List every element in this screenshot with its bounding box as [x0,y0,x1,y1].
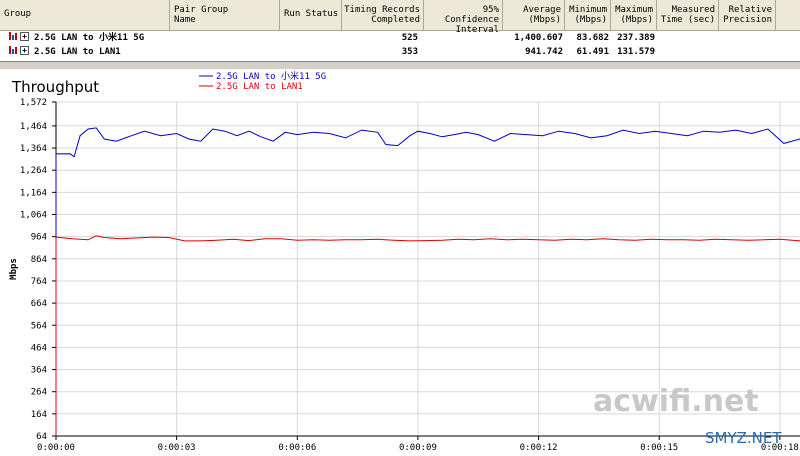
col-header-run-status[interactable]: Run Status [280,0,342,31]
row-minimum: 83.682 [576,33,609,43]
y-tick-label: 164 [31,410,47,420]
x-tick-label: 0:00:15 [640,443,678,453]
pair-chart-icon [9,32,17,40]
col-header-group[interactable]: Group [0,0,170,31]
expand-icon[interactable]: + [20,46,29,55]
x-tick-label: 0:00:09 [399,443,437,453]
row-pair-name: 2.5G LAN to LAN1 [34,47,121,57]
row-maximum: 131.579 [617,47,655,57]
row-maximum: 237.389 [617,33,655,43]
y-tick-label: 1,164 [20,188,47,198]
row-average: 1,400.607 [514,33,563,43]
watermark-acwifi: acwifi.net [593,384,759,419]
x-tick-label: 0:00:12 [520,443,558,453]
y-tick-label: 264 [31,388,47,398]
col-header-average[interactable]: Average (Mbps) [503,0,565,31]
col-header-maximum[interactable]: Maximum (Mbps) [611,0,657,31]
y-tick-label: 364 [31,366,47,376]
pane-splitter[interactable] [0,61,800,70]
chart-title: Throughput [11,78,99,96]
y-tick-label: 764 [31,277,47,287]
y-tick-label: 664 [31,299,47,309]
table-row[interactable]: + 2.5G LAN to 小米11 5G 525 1,400.607 83.6… [0,32,800,45]
y-tick-label: 1,572 [20,98,47,108]
row-records: 525 [401,33,418,43]
y-tick-label: 1,364 [20,144,47,154]
y-axis-label: Mbps [9,258,19,280]
throughput-chart: Throughput 2.5G LAN to 小米11 5G 2.5G LAN … [0,70,800,456]
y-tick-label: 464 [31,343,47,353]
y-tick-label: 964 [31,233,47,243]
col-header-timing-records[interactable]: Timing Records Completed [342,0,424,31]
legend-label-xiaomi: 2.5G LAN to 小米11 5G [216,70,326,82]
col-header-filler [776,0,800,31]
y-tick-label: 64 [36,432,47,442]
col-header-measured-time[interactable]: Measured Time (sec) [657,0,719,31]
y-tick-label: 564 [31,321,47,331]
col-header-minimum[interactable]: Minimum (Mbps) [565,0,611,31]
row-records: 353 [401,47,418,57]
y-tick-label: 1,264 [20,166,47,176]
y-tick-label: 864 [31,255,47,265]
watermark-smyz: SMYZ.NET [705,429,782,447]
x-tick-label: 0:00:06 [278,443,316,453]
y-tick-label: 1,064 [20,211,47,221]
col-header-pair-group[interactable]: Pair Group Name [170,0,280,31]
x-tick-label: 0:00:00 [37,443,75,453]
row-average: 941.742 [525,47,563,57]
row-pair-name: 2.5G LAN to 小米11 5G [34,33,145,43]
row-minimum: 61.491 [576,47,609,57]
col-header-confidence[interactable]: 95% Confidence Interval [424,0,503,35]
table-row[interactable]: + 2.5G LAN to LAN1 353 941.742 61.491 13… [0,46,800,59]
legend-label-lan1: 2.5G LAN to LAN1 [216,82,303,92]
pair-chart-icon [9,46,17,54]
expand-icon[interactable]: + [20,32,29,41]
results-table: Group Pair Group Name Run Status Timing … [0,0,800,60]
col-header-precision[interactable]: Relative Precision [719,0,776,31]
x-tick-label: 0:00:03 [158,443,196,453]
y-tick-label: 1,464 [20,122,47,132]
